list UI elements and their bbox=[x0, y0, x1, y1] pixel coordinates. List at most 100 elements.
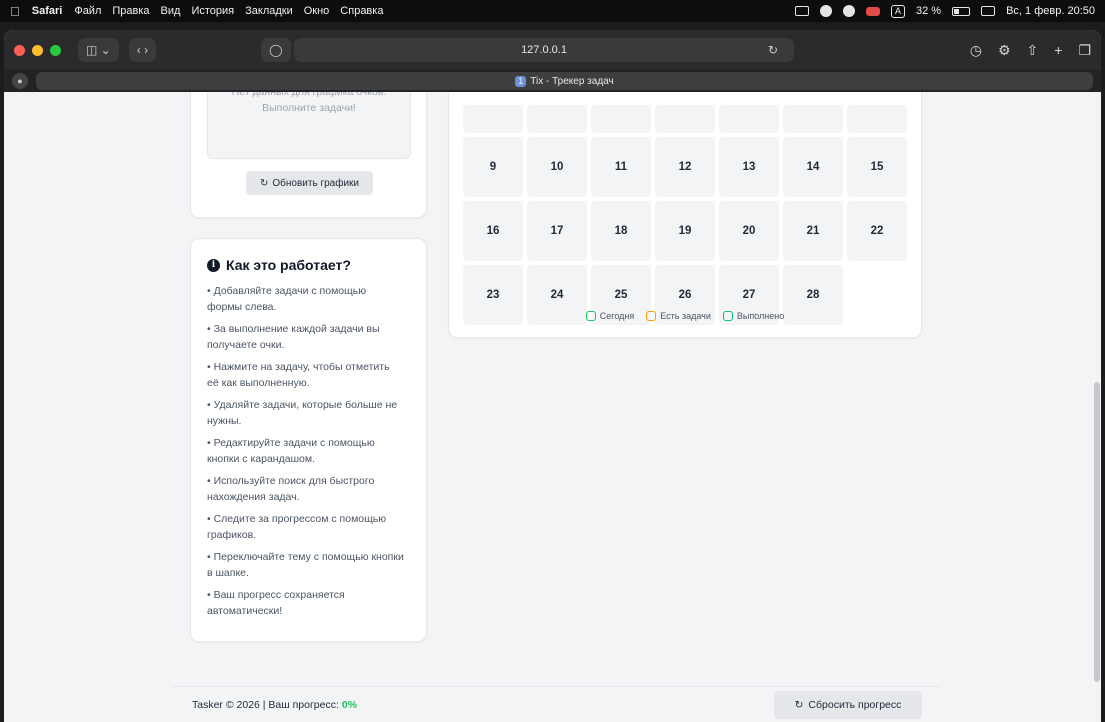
status-area: A 32 % Вс, 1 февр. 20:50 bbox=[795, 4, 1095, 18]
help-item: • Нажмите на задачу, чтобы отметить её к… bbox=[207, 361, 390, 389]
battery-icon[interactable] bbox=[952, 6, 971, 16]
tab-active[interactable]: 1 Tix - Трекер задач bbox=[36, 72, 1093, 90]
sidebar-toggle-button[interactable]: ◫ ⌄ bbox=[78, 38, 119, 62]
page-scrollbar[interactable] bbox=[1093, 92, 1101, 722]
calendar-day[interactable]: 19 bbox=[655, 201, 715, 261]
tab-number-badge: 1 bbox=[515, 75, 527, 87]
safari-window: ◫ ⌄ ‹ › ◯ ≡ 127.0.0.1 ↻ ◷ ⚙ ⇧ + ❐ ● 1 Ti… bbox=[4, 30, 1101, 722]
calendar-day[interactable]: 16 bbox=[463, 201, 523, 261]
menu-window[interactable]: Окно bbox=[304, 5, 330, 17]
calendar-day[interactable]: 10 bbox=[527, 137, 587, 197]
display-icon[interactable] bbox=[795, 6, 810, 16]
menu-app-name[interactable]: Safari bbox=[32, 5, 63, 17]
help-item: • Переключайте тему с помощью кнопки в ш… bbox=[207, 551, 404, 579]
calendar-day-cell-partial[interactable] bbox=[527, 105, 587, 133]
help-item: • Редактируйте задачи с помощью кнопки с… bbox=[207, 437, 375, 465]
fullscreen-window-icon[interactable] bbox=[50, 44, 61, 56]
help-card: i Как это работает? • Добавляйте задачи … bbox=[190, 238, 427, 642]
calendar-day[interactable]: 14 bbox=[783, 137, 843, 197]
legend-swatch-today bbox=[585, 311, 596, 321]
chart-empty-placeholder: Нет данных для графика очков. Выполните … bbox=[207, 92, 411, 159]
reload-icon[interactable]: ↻ bbox=[768, 43, 778, 57]
menu-bookmarks[interactable]: Закладки bbox=[245, 5, 293, 17]
legend-completed: Выполнено bbox=[722, 311, 785, 321]
help-item: • Ваш прогресс сохраняется автоматически… bbox=[207, 589, 345, 617]
calendar-day[interactable]: 22 bbox=[847, 201, 907, 261]
page-footer: Tasker © 2026 | Ваш прогресс: 0% ↻ Сброс… bbox=[172, 686, 940, 722]
calendar-legend: Сегодня Есть задачи Выполнено bbox=[449, 311, 921, 321]
control-center-icon[interactable] bbox=[981, 6, 996, 16]
page-viewport[interactable]: Нет данных для графика очков. Выполните … bbox=[4, 92, 1101, 722]
input-source-icon[interactable]: A bbox=[891, 4, 906, 18]
info-icon: i bbox=[207, 258, 220, 272]
help-item: • Удаляйте задачи, которые больше не нуж… bbox=[207, 399, 398, 427]
calendar-day[interactable]: 9 bbox=[463, 137, 523, 197]
calendar-day-cell-partial[interactable] bbox=[463, 105, 523, 133]
tab-bar: ● 1 Tix - Трекер задач bbox=[4, 70, 1101, 92]
legend-swatch-completed bbox=[722, 311, 733, 321]
history-icon[interactable]: ◷ bbox=[970, 42, 982, 59]
calendar-day-cell-partial[interactable] bbox=[591, 105, 651, 133]
menu-edit[interactable]: Правка bbox=[112, 5, 149, 17]
macos-menu-bar:  Safari Файл Правка Вид История Закладк… bbox=[0, 0, 1105, 22]
legend-has-tasks: Есть задачи bbox=[646, 311, 711, 321]
url-text: 127.0.0.1 bbox=[521, 44, 567, 56]
tab-overview-icon[interactable]: ❐ bbox=[1078, 42, 1091, 59]
minimize-window-icon[interactable] bbox=[32, 44, 43, 56]
toolbar-right-actions: ◷ ⚙ ⇧ + ❐ bbox=[970, 42, 1091, 59]
legend-label: Сегодня bbox=[599, 311, 635, 321]
battery-percent: 32 % bbox=[916, 5, 942, 17]
menu-history[interactable]: История bbox=[191, 5, 234, 17]
calendar-day[interactable]: 11 bbox=[591, 137, 651, 197]
calendar-day[interactable]: 12 bbox=[655, 137, 715, 197]
safari-toolbar: ◫ ⌄ ‹ › ◯ ≡ 127.0.0.1 ↻ ◷ ⚙ ⇧ + ❐ bbox=[4, 30, 1101, 70]
gear-icon[interactable]: ⚙ bbox=[998, 42, 1011, 59]
calendar-day-cell-partial[interactable] bbox=[847, 105, 907, 133]
privacy-report-icon[interactable]: ◯ bbox=[261, 38, 291, 62]
calendar-day[interactable]: 15 bbox=[847, 137, 907, 197]
share-icon[interactable]: ⇧ bbox=[1027, 42, 1039, 59]
menu-help[interactable]: Справка bbox=[340, 5, 383, 17]
calendar-day-cell-partial[interactable] bbox=[719, 105, 779, 133]
help-item: • Добавляйте задачи с помощью формы слев… bbox=[207, 285, 367, 313]
calendar-card: 9 10 11 12 13 14 15 16 17 18 19 20 21 22… bbox=[448, 92, 922, 338]
menu-file[interactable]: Файл bbox=[74, 5, 101, 17]
legend-swatch-has-tasks bbox=[646, 311, 657, 321]
calendar-day[interactable]: 18 bbox=[591, 201, 651, 261]
sync-icon[interactable] bbox=[843, 5, 856, 17]
pinned-tab-icon[interactable]: ● bbox=[12, 73, 28, 89]
footer-copyright: Tasker © 2026 | Ваш прогресс: bbox=[192, 698, 339, 711]
legend-label: Выполнено bbox=[736, 311, 785, 321]
reset-progress-button[interactable]: ↻ Сбросить прогресс bbox=[774, 691, 922, 719]
charts-card: Нет данных для графика очков. Выполните … bbox=[190, 92, 427, 218]
vpn-icon[interactable] bbox=[820, 5, 833, 17]
help-item: • Следите за прогрессом с помощью график… bbox=[207, 513, 387, 541]
back-forward-button[interactable]: ‹ › bbox=[128, 38, 157, 62]
menu-view[interactable]: Вид bbox=[161, 5, 181, 17]
help-title: i Как это работает? bbox=[207, 257, 410, 273]
calendar-day[interactable]: 21 bbox=[783, 201, 843, 261]
app-status-icon[interactable] bbox=[866, 6, 881, 16]
calendar-day-cell-partial[interactable] bbox=[655, 105, 715, 133]
apple-menu-icon[interactable]:  bbox=[10, 4, 20, 19]
close-window-icon[interactable] bbox=[14, 44, 25, 56]
help-item: • Используйте поиск для быстрого нахожде… bbox=[207, 475, 375, 503]
refresh-icon: ↻ bbox=[260, 177, 269, 189]
refresh-charts-button[interactable]: ↻ Обновить графики bbox=[246, 171, 373, 195]
calendar-day[interactable]: 17 bbox=[527, 201, 587, 261]
calendar-day[interactable]: 20 bbox=[719, 201, 779, 261]
refresh-charts-label: Обновить графики bbox=[272, 177, 359, 189]
calendar-day[interactable]: 13 bbox=[719, 137, 779, 197]
new-tab-icon[interactable]: + bbox=[1054, 42, 1062, 59]
help-list: • Добавляйте задачи с помощью формы слев… bbox=[207, 283, 410, 619]
calendar-grid: 9 10 11 12 13 14 15 16 17 18 19 20 21 22… bbox=[463, 92, 907, 325]
reset-icon: ↻ bbox=[794, 699, 804, 711]
menu-datetime[interactable]: Вс, 1 февр. 20:50 bbox=[1006, 5, 1095, 17]
scrollbar-thumb[interactable] bbox=[1094, 382, 1100, 682]
address-bar[interactable]: 127.0.0.1 ↻ bbox=[294, 38, 794, 62]
calendar-day-cell-partial[interactable] bbox=[783, 105, 843, 133]
help-item: • За выполнение каждой задачи вы получае… bbox=[207, 323, 380, 351]
tab-title: Tix - Трекер задач bbox=[530, 75, 614, 87]
legend-today: Сегодня bbox=[585, 311, 635, 321]
legend-label: Есть задачи bbox=[660, 311, 711, 321]
